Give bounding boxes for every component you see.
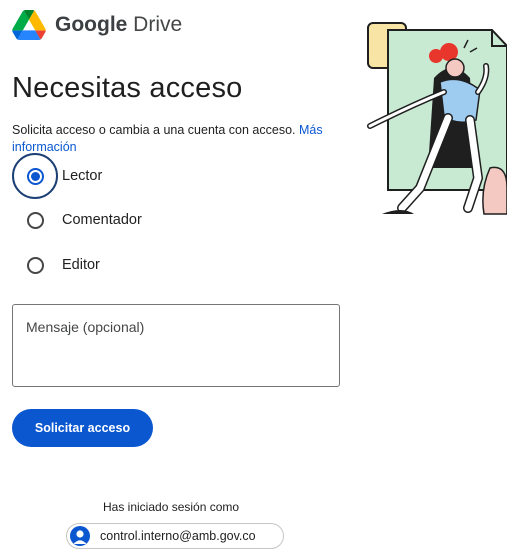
brand-name-rest: Drive xyxy=(127,13,183,36)
signed-in-label: Has iniciado sesión como xyxy=(103,500,240,514)
role-option-editor[interactable]: Editor xyxy=(12,242,100,288)
radio-selected-dot xyxy=(30,171,40,181)
radio-wrapper xyxy=(12,197,58,243)
role-label-lector: Lector xyxy=(62,168,103,184)
brand-name-bold: Google xyxy=(55,13,128,36)
role-label-editor: Editor xyxy=(62,257,100,273)
google-drive-logo-icon xyxy=(12,10,46,40)
radio-button-unselected[interactable] xyxy=(26,256,44,274)
page-title: Necesitas acceso xyxy=(12,72,243,104)
account-switcher-chip[interactable]: control.interno@amb.gov.co xyxy=(66,523,284,549)
request-access-button[interactable]: Solicitar acceso xyxy=(12,409,153,447)
person-avatar-icon xyxy=(70,526,90,546)
radio-wrapper xyxy=(12,242,58,288)
radio-button-unselected[interactable] xyxy=(26,211,44,229)
access-illustration xyxy=(367,22,507,215)
role-option-lector[interactable]: Lector xyxy=(12,153,102,199)
radio-focus-ring xyxy=(12,153,58,199)
google-drive-header[interactable]: Google Drive xyxy=(12,10,182,40)
role-label-comentador: Comentador xyxy=(62,212,142,228)
google-drive-wordmark: Google Drive xyxy=(55,13,182,37)
radio-button-selected[interactable] xyxy=(26,167,44,185)
person-icon xyxy=(73,530,87,544)
description-text: Solicita acceso o cambia a una cuenta co… xyxy=(12,123,296,137)
page-description: Solicita acceso o cambia a una cuenta co… xyxy=(12,122,342,156)
account-email: control.interno@amb.gov.co xyxy=(100,529,256,543)
message-input[interactable] xyxy=(12,304,340,387)
role-option-comentador[interactable]: Comentador xyxy=(12,197,142,243)
